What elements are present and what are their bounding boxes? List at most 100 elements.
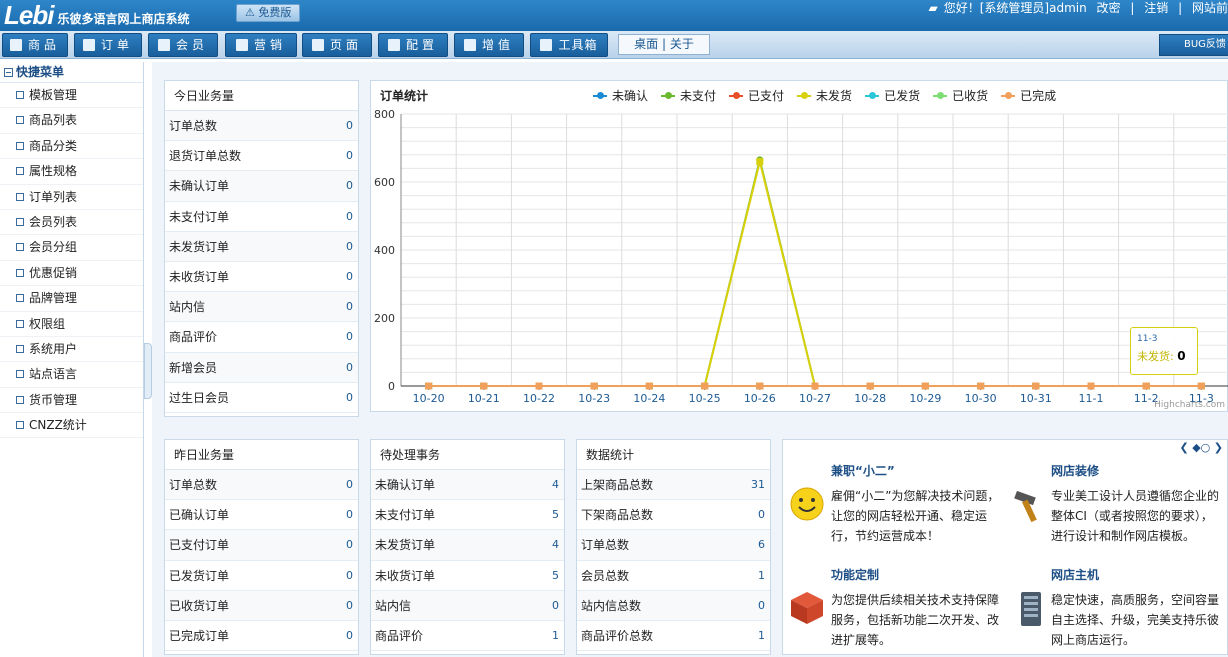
stat-value[interactable]: 0 <box>346 322 353 351</box>
stat-value[interactable]: 1 <box>758 561 765 590</box>
stat-row[interactable]: 站内信 0 <box>165 292 358 323</box>
sidebar-item[interactable]: CNZZ统计 <box>0 413 143 439</box>
bug-feedback-button[interactable]: BUG反馈 <box>1159 34 1228 56</box>
promo-item[interactable]: 功能定制 为您提供后续相关技术支持保障服务，包括新功能二次开发、改进扩展等。 <box>831 566 1031 650</box>
promo-item[interactable]: 网店装修 专业美工设计人员遵循您企业的整体CI（或者按照您的要求），进行设计和制… <box>1051 462 1228 546</box>
nav-toolbox[interactable]: 工具箱 <box>530 33 608 57</box>
stat-row[interactable]: 未确认订单 0 <box>165 171 358 202</box>
stat-value[interactable]: 0 <box>346 292 353 321</box>
stat-value[interactable]: 0 <box>758 591 765 620</box>
nav-marketing[interactable]: 营销 <box>225 33 297 57</box>
nav-config[interactable]: 配置 <box>378 33 448 57</box>
nav-orders[interactable]: 订单 <box>74 33 142 57</box>
stat-row[interactable]: 商品评价 0 <box>165 322 358 353</box>
stat-value[interactable]: 0 <box>346 591 353 620</box>
stat-row[interactable]: 已支付订单 0 <box>165 530 358 561</box>
nav-products[interactable]: 商品 <box>2 33 68 57</box>
stat-row[interactable]: 站内信 0 <box>371 590 564 621</box>
sidebar-title[interactable]: 快捷菜单 <box>0 62 143 83</box>
stat-value[interactable]: 0 <box>346 202 353 231</box>
stat-value[interactable]: 0 <box>346 470 353 499</box>
sidebar-item[interactable]: 会员列表 <box>0 210 143 236</box>
sidebar-item[interactable]: 货币管理 <box>0 388 143 414</box>
stat-value[interactable]: 31 <box>751 470 765 499</box>
nav-pages[interactable]: 页面 <box>302 33 372 57</box>
stat-value[interactable]: 0 <box>346 353 353 382</box>
stat-row[interactable]: 未确认订单 4 <box>371 470 564 501</box>
logo[interactable]: Lebi 乐彼多语言网上商店系统 <box>4 0 189 30</box>
edition-badge[interactable]: ⚠ 免费版 <box>236 4 301 22</box>
stat-value[interactable]: 0 <box>346 262 353 291</box>
stat-value[interactable]: 0 <box>346 621 353 650</box>
change-password-link[interactable]: 改密 <box>1097 1 1121 15</box>
stat-value[interactable]: 4 <box>552 530 559 559</box>
logout-link[interactable]: 注销 <box>1144 1 1168 15</box>
stat-label: 已支付订单 <box>169 538 230 553</box>
stat-value[interactable]: 0 <box>346 171 353 200</box>
stat-row[interactable]: 退货订单总数 0 <box>165 141 358 172</box>
sidebar-item[interactable]: 系统用户 <box>0 337 143 363</box>
stat-value[interactable]: 0 <box>758 500 765 529</box>
chart-credit[interactable]: Highcharts.com <box>1154 400 1225 410</box>
stat-row[interactable]: 已完成订单 0 <box>165 621 358 652</box>
stat-value[interactable]: 0 <box>346 561 353 590</box>
stat-row[interactable]: 已收货订单 0 <box>165 590 358 621</box>
stat-value[interactable]: 0 <box>346 383 353 412</box>
stat-value[interactable]: 4 <box>552 470 559 499</box>
sidebar-item[interactable]: 订单列表 <box>0 185 143 210</box>
stat-value[interactable]: 0 <box>346 232 353 261</box>
stat-value[interactable]: 6 <box>758 530 765 559</box>
stat-value[interactable]: 5 <box>552 561 559 590</box>
stat-row[interactable]: 新增会员 0 <box>165 352 358 383</box>
promo-item[interactable]: 兼职“小二” 雇佣“小二”为您解决技术问题，让您的网店轻松开通、稳定运行，节约运… <box>831 462 1031 546</box>
stat-row[interactable]: 未支付订单 5 <box>371 500 564 531</box>
sidebar-item[interactable]: 品牌管理 <box>0 286 143 312</box>
about-link[interactable]: 关于 <box>670 37 694 51</box>
sidebar-item[interactable]: 属性规格 <box>0 159 143 185</box>
stat-label: 已收货订单 <box>169 598 230 613</box>
stat-value[interactable]: 1 <box>758 621 765 650</box>
nav-members[interactable]: 会员 <box>148 33 218 57</box>
nav-addons[interactable]: 增值 <box>454 33 524 57</box>
site-front-link[interactable]: 网站前 <box>1192 1 1228 15</box>
stat-value[interactable]: 0 <box>346 141 353 170</box>
stat-value[interactable]: 0 <box>346 530 353 559</box>
stat-value[interactable]: 0 <box>346 111 353 140</box>
stat-row[interactable]: 订单总数 0 <box>165 111 358 142</box>
stat-row[interactable]: 订单总数 6 <box>577 530 770 561</box>
data-point <box>977 382 985 390</box>
stat-row[interactable]: 未收货订单 0 <box>165 262 358 293</box>
stat-value[interactable]: 1 <box>552 621 559 650</box>
sidebar-item[interactable]: 优惠促销 <box>0 261 143 287</box>
stat-row[interactable]: 会员总数 1 <box>577 561 770 591</box>
promo-panel: ❮ ◆○ ❯ 兼职“小二” 雇佣“小二”为您解决技术问题，让您的网店轻松开通、稳… <box>782 439 1228 655</box>
sidebar-item[interactable]: 权限组 <box>0 312 143 337</box>
stat-value[interactable]: 5 <box>552 500 559 529</box>
stat-row[interactable]: 订单总数 0 <box>165 470 358 501</box>
stat-value[interactable]: 0 <box>346 500 353 529</box>
stat-row[interactable]: 已发货订单 0 <box>165 561 358 591</box>
stat-value[interactable]: 0 <box>552 591 559 620</box>
next-icon[interactable]: ❯ <box>1214 441 1223 454</box>
stat-row[interactable]: 下架商品总数 0 <box>577 500 770 531</box>
sidebar-item[interactable]: 会员分组 <box>0 235 143 261</box>
prev-icon[interactable]: ❮ <box>1180 441 1189 454</box>
stat-row[interactable]: 未发货订单 4 <box>371 530 564 561</box>
desk-link[interactable]: 桌面 <box>634 37 658 51</box>
sidebar-item[interactable]: 站点语言 <box>0 362 143 388</box>
stat-row[interactable]: 未支付订单 0 <box>165 202 358 232</box>
today-panel: 今日业务量 订单总数 0 退货订单总数 0 未确认订单 0 未支付订单 0 未发货订单 0 未收货订… <box>164 80 359 417</box>
sidebar-item[interactable]: 商品列表 <box>0 108 143 134</box>
sidebar-item[interactable]: 商品分类 <box>0 134 143 160</box>
stat-row[interactable]: 过生日会员 0 <box>165 383 358 413</box>
promo-item[interactable]: 网店主机 稳定快速，高质服务，空间容量自主选择、升级，完美支持乐彼网上商店运行。 <box>1051 566 1228 650</box>
stat-row[interactable]: 商品评价 1 <box>371 621 564 652</box>
stat-row[interactable]: 未收货订单 5 <box>371 561 564 591</box>
stat-row[interactable]: 已确认订单 0 <box>165 500 358 531</box>
stat-row[interactable]: 未发货订单 0 <box>165 231 358 262</box>
stat-row[interactable]: 上架商品总数 31 <box>577 470 770 501</box>
sidebar-item[interactable]: 模板管理 <box>0 83 143 109</box>
stat-row[interactable]: 商品评价总数 1 <box>577 621 770 652</box>
stat-row[interactable]: 站内信总数 0 <box>577 590 770 621</box>
sidebar-toggle[interactable] <box>144 343 152 399</box>
